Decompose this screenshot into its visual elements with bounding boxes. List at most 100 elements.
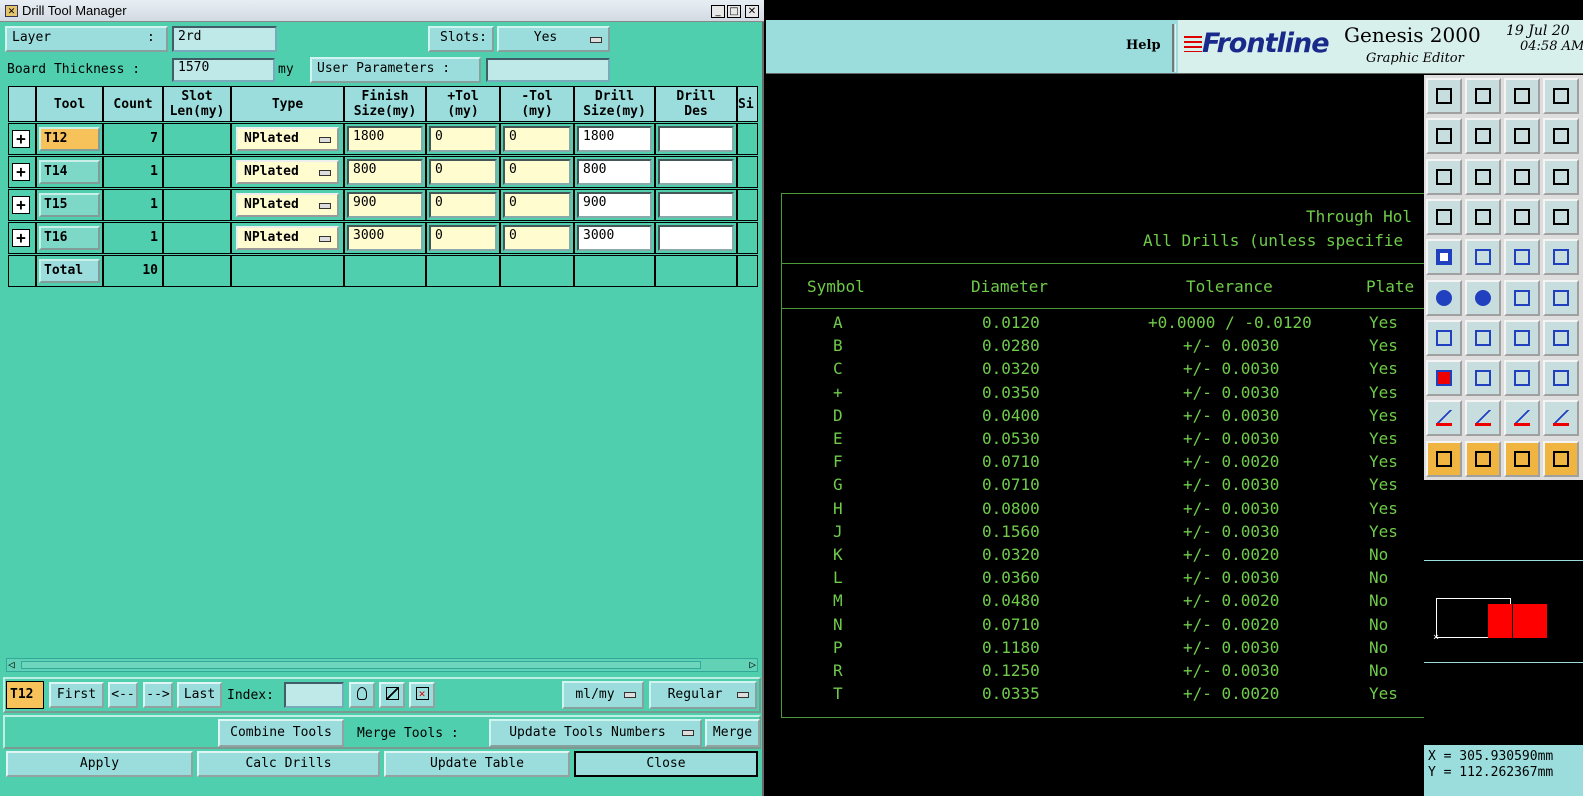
graphic-canvas[interactable]: Through Hol All Drills (unless specifie …	[766, 75, 1441, 796]
row-expand-cell[interactable]: +	[8, 189, 36, 221]
finish-size-input[interactable]: 3000	[347, 225, 423, 251]
circle-pad-icon[interactable]	[1543, 360, 1579, 397]
finish-size-input[interactable]: 900	[347, 192, 423, 218]
slash-icon[interactable]	[1465, 319, 1501, 356]
text-a-flat-icon[interactable]	[1543, 400, 1579, 437]
last-button[interactable]: Last	[177, 682, 222, 708]
minus-tol-input[interactable]: 0	[503, 126, 571, 152]
line-arrow-icon[interactable]	[1543, 279, 1579, 316]
user-parameters-button[interactable]: User Parameters :	[310, 57, 481, 83]
type-select[interactable]: NPlated	[236, 226, 339, 250]
drill-size-input[interactable]: 800	[577, 159, 652, 185]
scale-1-2-icon[interactable]	[1504, 158, 1540, 195]
slots-select[interactable]: Yes	[497, 26, 610, 52]
col-header-plus-tol[interactable]: +Tol (my)	[426, 86, 500, 122]
net-alt-icon[interactable]	[1543, 198, 1579, 235]
apply-button[interactable]: Apply	[6, 751, 193, 777]
drill-size-input[interactable]: 1800	[577, 126, 652, 152]
drill-des-input[interactable]	[658, 225, 734, 251]
net-icon[interactable]	[1504, 198, 1540, 235]
overview-map[interactable]: ×	[1424, 480, 1583, 745]
dimension-icon[interactable]	[1504, 360, 1540, 397]
close-icon[interactable]: ✕	[745, 5, 759, 18]
calc-drills-button[interactable]: Calc Drills	[197, 751, 380, 777]
home-icon[interactable]	[1504, 78, 1540, 114]
triangle-icon[interactable]	[1426, 400, 1462, 437]
row-expand-cell[interactable]: +	[8, 222, 36, 254]
expand-icon[interactable]: +	[12, 229, 30, 247]
pad-icon[interactable]	[1426, 239, 1462, 276]
scroll-thumb[interactable]	[21, 661, 701, 669]
col-header-slot-len[interactable]: Slot Len(my)	[163, 86, 231, 122]
minus-tol-input[interactable]: 0	[503, 225, 571, 251]
col-header-drill-des[interactable]: Drill Des	[655, 86, 737, 122]
fit-icon[interactable]	[1426, 158, 1462, 195]
next-button[interactable]: -->	[143, 682, 173, 708]
connect-icon[interactable]	[1426, 279, 1462, 316]
help-query-icon[interactable]	[1543, 158, 1579, 195]
drill-des-input[interactable]	[658, 126, 734, 152]
row-expand-cell[interactable]: +	[8, 123, 36, 155]
col-header-drill-size[interactable]: Drill Size(my)	[574, 86, 655, 122]
move-down-icon[interactable]	[1465, 78, 1501, 114]
tool-button[interactable]: T15	[39, 193, 100, 217]
step-icon[interactable]	[1543, 440, 1579, 477]
shape-icon[interactable]	[1465, 239, 1501, 276]
move-right-icon[interactable]	[1465, 118, 1501, 155]
plus-tol-input[interactable]: 0	[429, 159, 497, 185]
drill-size-input[interactable]: 900	[577, 192, 652, 218]
type-select[interactable]: NPlated	[236, 193, 339, 217]
highlight-tool-button[interactable]	[379, 682, 405, 708]
move-left-icon[interactable]	[1426, 118, 1462, 155]
grid-icon[interactable]	[1465, 198, 1501, 235]
help-button[interactable]: Help	[1126, 38, 1161, 53]
ruler-icon[interactable]	[1504, 239, 1540, 276]
plus-tol-input[interactable]: 0	[429, 225, 497, 251]
text-a-icon[interactable]	[1465, 400, 1501, 437]
expand-icon[interactable]: +	[12, 130, 30, 148]
minus-tol-input[interactable]: 0	[503, 192, 571, 218]
scroll-left-icon[interactable]: ◁	[8, 659, 15, 671]
layer-input[interactable]: 2rd	[172, 26, 277, 52]
expand-icon[interactable]: +	[12, 196, 30, 214]
clear-highlight-button[interactable]: ✕	[409, 682, 435, 708]
board-thickness-input[interactable]: 1570	[172, 58, 275, 82]
minus-tol-input[interactable]: 0	[503, 159, 571, 185]
select-box-icon[interactable]	[1465, 440, 1501, 477]
prev-button[interactable]: <--	[108, 682, 138, 708]
type-select[interactable]: NPlated	[236, 127, 339, 151]
undo-view-icon[interactable]	[1504, 118, 1540, 155]
search-tool-button[interactable]	[349, 682, 375, 708]
drill-des-input[interactable]	[658, 159, 734, 185]
tool-button[interactable]: T16	[39, 226, 100, 250]
pad-select-icon[interactable]	[1426, 360, 1462, 397]
col-header-type[interactable]: Type	[231, 86, 344, 122]
bracket-icon[interactable]	[1543, 319, 1579, 356]
col-header-finish-size[interactable]: Finish Size(my)	[344, 86, 426, 122]
finish-size-input[interactable]: 1800	[347, 126, 423, 152]
horizontal-scrollbar[interactable]: ◁ ▷	[6, 658, 758, 672]
snap-icon[interactable]	[1426, 198, 1462, 235]
tool-button[interactable]: T14	[39, 160, 100, 184]
merge-button[interactable]: Merge	[705, 719, 760, 747]
text-a-alt-icon[interactable]	[1504, 400, 1540, 437]
plus-tol-input[interactable]: 0	[429, 192, 497, 218]
col-header-tool[interactable]: Tool	[36, 86, 103, 122]
scroll-right-icon[interactable]: ▷	[749, 659, 756, 671]
row-expand-cell[interactable]: +	[8, 156, 36, 188]
col-header-size-cut[interactable]: Si	[737, 86, 758, 122]
col-header-minus-tol[interactable]: -Tol (my)	[500, 86, 574, 122]
select-pointer-icon[interactable]	[1426, 440, 1462, 477]
move-up-icon[interactable]	[1426, 78, 1462, 114]
user-parameters-input[interactable]	[486, 58, 610, 82]
col-header-count[interactable]: Count	[103, 86, 163, 122]
drill-des-input[interactable]	[658, 192, 734, 218]
dot-icon[interactable]	[1543, 239, 1579, 276]
arrow-icon[interactable]	[1504, 279, 1540, 316]
merge-option-select[interactable]: Update Tools Numbers	[489, 719, 702, 747]
type-select[interactable]: NPlated	[236, 160, 339, 184]
arc-icon[interactable]	[1504, 319, 1540, 356]
update-table-button[interactable]: Update Table	[384, 751, 570, 777]
layers-icon[interactable]	[1543, 118, 1579, 155]
panel-icon[interactable]	[1543, 78, 1579, 114]
